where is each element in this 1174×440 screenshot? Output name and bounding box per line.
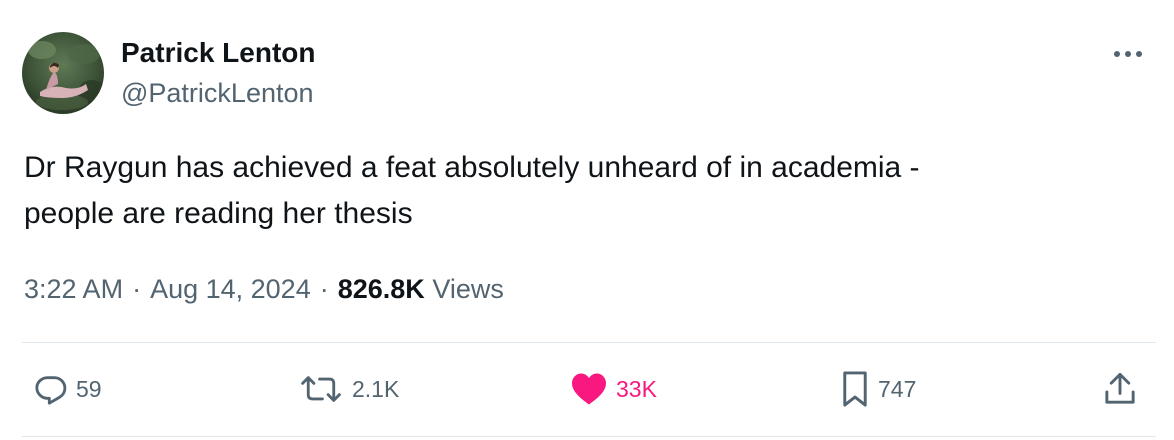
- meta-separator: ·: [132, 274, 142, 304]
- divider-top: [22, 342, 1156, 343]
- avatar[interactable]: [22, 32, 104, 114]
- tweet-text-line: Dr Raygun has achieved a feat absolutely…: [24, 151, 920, 184]
- like-button[interactable]: 33K: [570, 366, 657, 412]
- like-count: 33K: [616, 376, 657, 402]
- reply-bubble-icon: [35, 376, 67, 405]
- bookmark-count: 747: [878, 376, 917, 402]
- tweet-text: Dr Raygun has achieved a feat absolutely…: [24, 145, 1124, 237]
- repost-count: 2.1K: [352, 376, 400, 402]
- views-label[interactable]: Views: [432, 274, 504, 304]
- author-handle[interactable]: @PatrickLenton: [121, 76, 314, 110]
- repost-button[interactable]: 2.1K: [298, 366, 399, 412]
- more-dots-icon: [1114, 51, 1142, 57]
- heart-filled-icon: [572, 373, 606, 405]
- tweet-card: Patrick Lenton @PatrickLenton Dr Raygun …: [0, 0, 1174, 440]
- more-options-button[interactable]: [1108, 36, 1148, 72]
- tweet-time[interactable]: 3:22 AM: [24, 274, 123, 304]
- tweet-text-line: people are reading her thesis: [24, 197, 413, 230]
- views-count[interactable]: 826.8K: [338, 274, 425, 304]
- reply-button[interactable]: 59: [34, 366, 102, 412]
- author-display-name[interactable]: Patrick Lenton: [121, 36, 315, 70]
- share-button[interactable]: [1102, 366, 1138, 412]
- avatar-image: [22, 32, 104, 114]
- meta-separator: ·: [319, 274, 329, 304]
- share-upload-icon: [1105, 372, 1135, 404]
- bookmark-button[interactable]: 747: [840, 366, 916, 412]
- tweet-meta: 3:22 AM · Aug 14, 2024 · 826.8K Views: [24, 271, 504, 307]
- reply-count: 59: [76, 376, 102, 402]
- tweet-date[interactable]: Aug 14, 2024: [150, 274, 311, 304]
- repost-arrows-icon: [301, 376, 341, 402]
- bookmark-icon: [843, 371, 867, 407]
- divider-bottom: [22, 436, 1156, 437]
